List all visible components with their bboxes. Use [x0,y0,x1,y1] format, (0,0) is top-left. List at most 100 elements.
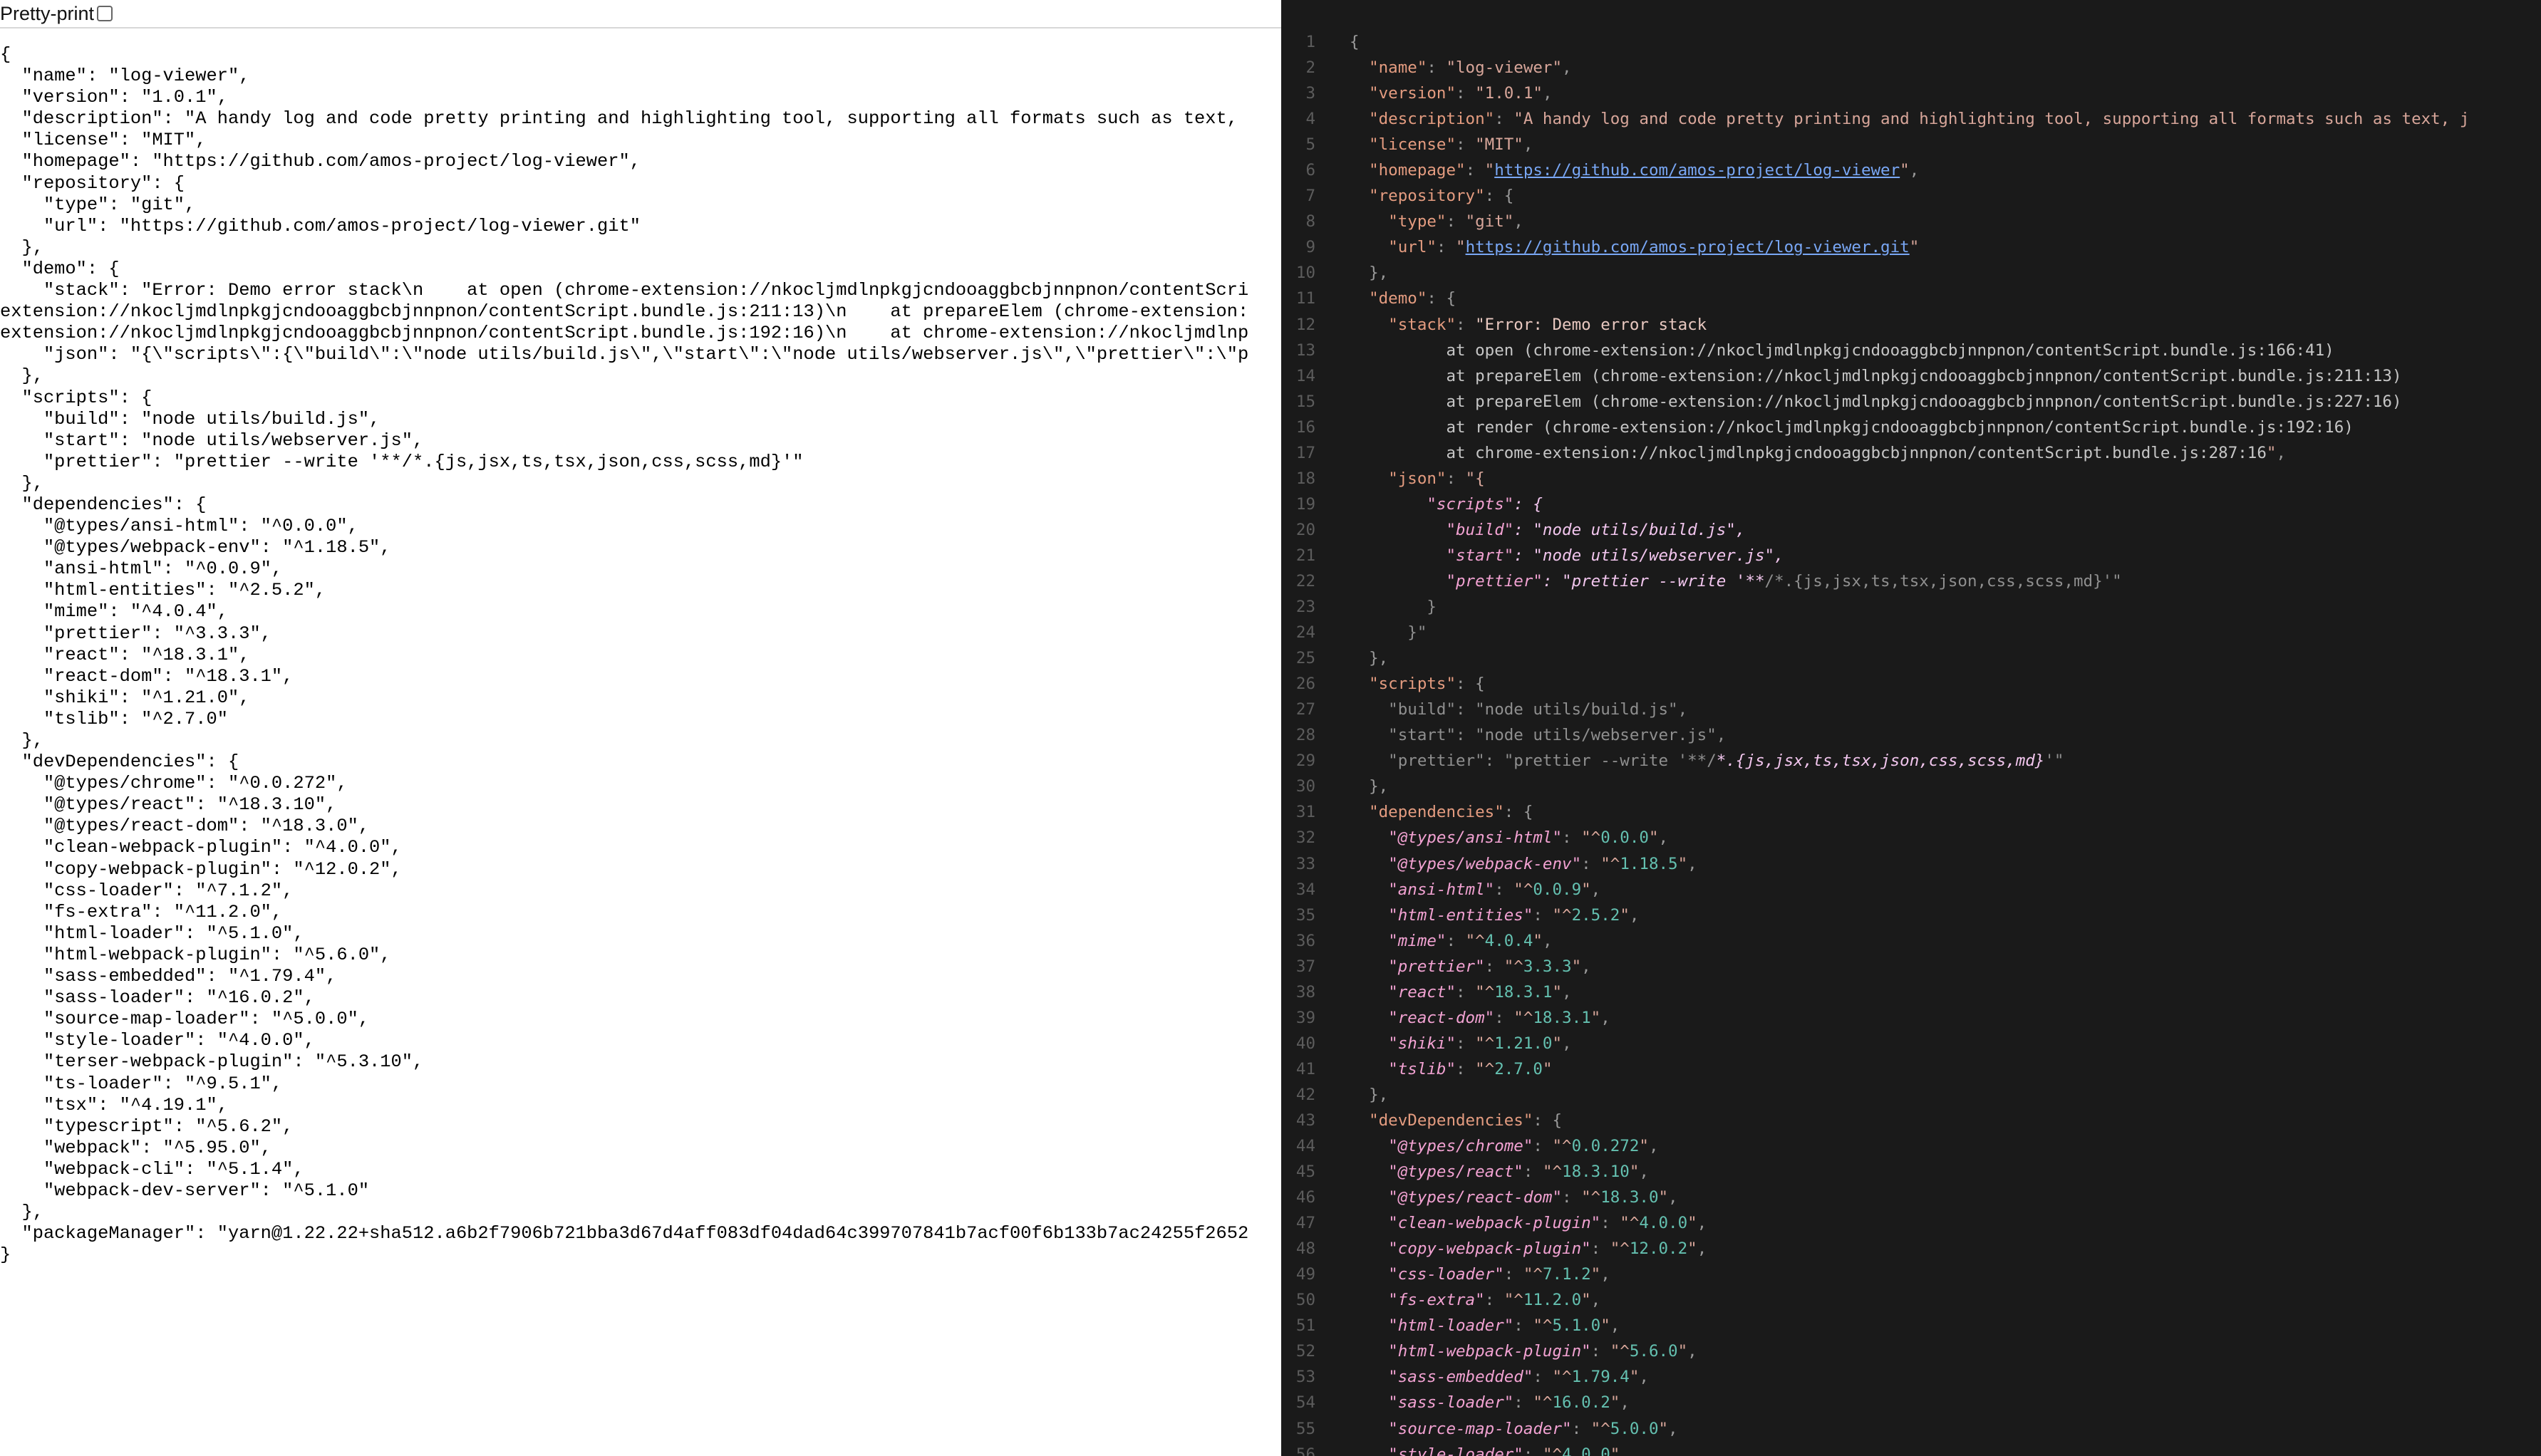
line-number: 30 [1295,777,1315,796]
code-token: , [1697,1214,1707,1233]
code-token: 0.0.272 [1571,1137,1640,1156]
raw-line: "copy-webpack-plugin": "^12.0.2", [0,858,402,880]
line-number: 4 [1305,110,1315,129]
code-text: }" [1315,620,1427,645]
code-token: : { [1456,675,1485,694]
code-line: 49 "css-loader": "^7.1.2", [1281,1262,2541,1287]
code-token: , [1610,1316,1620,1336]
line-number: 52 [1295,1342,1315,1361]
code-token: " [1620,905,1630,925]
code-text: { [1315,29,1360,55]
code-token: " [1677,1342,1688,1361]
code-token: "sass-embedded" [1388,1368,1533,1387]
code-token: "^ [1504,957,1523,976]
raw-line: "terser-webpack-plugin": "^5.3.10", [0,1051,424,1073]
code-token: "scripts" [1369,675,1456,694]
line-number: 46 [1295,1188,1315,1207]
url-link[interactable]: https://github.com/amos-project/log-view… [1466,238,1910,256]
raw-line: "dependencies": { [0,494,207,515]
code-token: " [1600,1316,1610,1336]
code-token: : [1456,1034,1476,1053]
line-number: 56 [1295,1445,1315,1456]
code-token: "^ [1475,1059,1495,1078]
raw-line: "scripts": { [0,387,152,408]
code-line: 41 "tslib": "^2.7.0" [1281,1056,2541,1082]
code-token: : [1571,1419,1591,1438]
code-token: , [1687,1342,1697,1361]
url-link[interactable]: https://github.com/amos-project/log-view… [1494,161,1900,180]
code-line: 33 "@types/webpack-env": "^1.18.5", [1281,851,2541,877]
code-token: : [1562,828,1582,848]
code-token: "prettier": "prettier --write '**/ [1350,752,1717,771]
code-text: "prettier": "^3.3.3", [1315,954,1590,979]
highlighted-code-pane: 1{2 "name": "log-viewer", 3 "version": "1… [1281,0,2541,1456]
raw-line: "html-webpack-plugin": "^5.6.0", [0,944,391,965]
code-text: "css-loader": "^7.1.2", [1315,1262,1610,1287]
raw-line: "css-loader": "^7.1.2", [0,880,294,901]
pretty-print-checkbox[interactable] [97,6,113,21]
code-text: "@types/webpack-env": "^1.18.5", [1315,851,1697,877]
code-token: "Error: Demo error stack [1475,315,1707,334]
code-text: "react-dom": "^18.3.1", [1315,1005,1610,1031]
raw-line: "type": "git", [0,194,196,215]
code-text: "scripts": { [1315,671,1485,697]
code-token: 1.21.0 [1494,1034,1553,1053]
code-text: "json": "{ [1315,466,1484,492]
code-text: "scripts": { [1315,492,1543,517]
code-token: : [1513,1393,1533,1413]
line-number: 9 [1305,238,1315,257]
code-line: 23 } [1281,594,2541,620]
code-token: "copy-webpack-plugin" [1388,1239,1591,1259]
code-token: 12.0.2 [1629,1239,1688,1259]
code-token: 18.3.1 [1494,982,1553,1002]
code-token: "log-viewer" [1446,58,1563,78]
raw-line: "@types/ansi-html": "^0.0.0", [0,516,358,537]
code-token: "@types/webpack-env" [1388,854,1582,873]
code-token: "json" [1388,469,1447,488]
code-line: 2 "name": "log-viewer", [1281,55,2541,80]
raw-line: "sass-loader": "^16.0.2", [0,987,315,1009]
code-text: at render (chrome-extension://nkocljmdln… [1315,415,2353,440]
code-token: "^ [1504,1291,1523,1310]
line-number: 41 [1295,1059,1315,1078]
code-token: : [1494,1008,1514,1027]
code-text: "sass-embedded": "^1.79.4", [1315,1364,1649,1390]
line-number: 47 [1295,1214,1315,1233]
code-token: "html-loader" [1388,1316,1514,1336]
code-line: 34 "ansi-html": "^0.0.9", [1281,877,2541,903]
code-token: at open (chrome-extension://nkocljmdlnpk… [1350,340,2334,360]
code-text: "clean-webpack-plugin": "^4.0.0", [1315,1210,1707,1236]
code-token: , [1668,1419,1678,1438]
raw-line: "build": "node utils/build.js", [0,408,381,430]
raw-line: "packageManager": "yarn@1.22.22+sha512.a… [0,1223,1249,1244]
raw-line: "repository": { [0,172,185,194]
code-token: "^ [1552,905,1572,925]
line-number: 21 [1295,546,1315,565]
code-text: }, [1315,1082,1388,1108]
code-token: , [1697,1239,1707,1259]
code-token: /*.{js,jsx,ts,tsx,json,css,scss,md}'" [1764,571,2122,591]
code-token: , [1542,84,1553,103]
code-token: at prepareElem (chrome-extension://nkocl… [1350,366,2402,385]
code-token: "build" [1446,520,1514,539]
line-number: 36 [1295,931,1315,950]
code-line: 36 "mime": "^4.0.4", [1281,928,2541,954]
raw-line: "stack": "Error: Demo error stack\n at o… [0,280,1249,301]
raw-line: "clean-webpack-plugin": "^4.0.0", [0,837,402,858]
code-line: 42 }, [1281,1082,2541,1108]
code-token: "start" [1446,546,1514,565]
code-line: 39 "react-dom": "^18.3.1", [1281,1005,2541,1031]
code-token: "css-loader" [1388,1265,1504,1284]
code-token: "^ [1590,1419,1610,1438]
